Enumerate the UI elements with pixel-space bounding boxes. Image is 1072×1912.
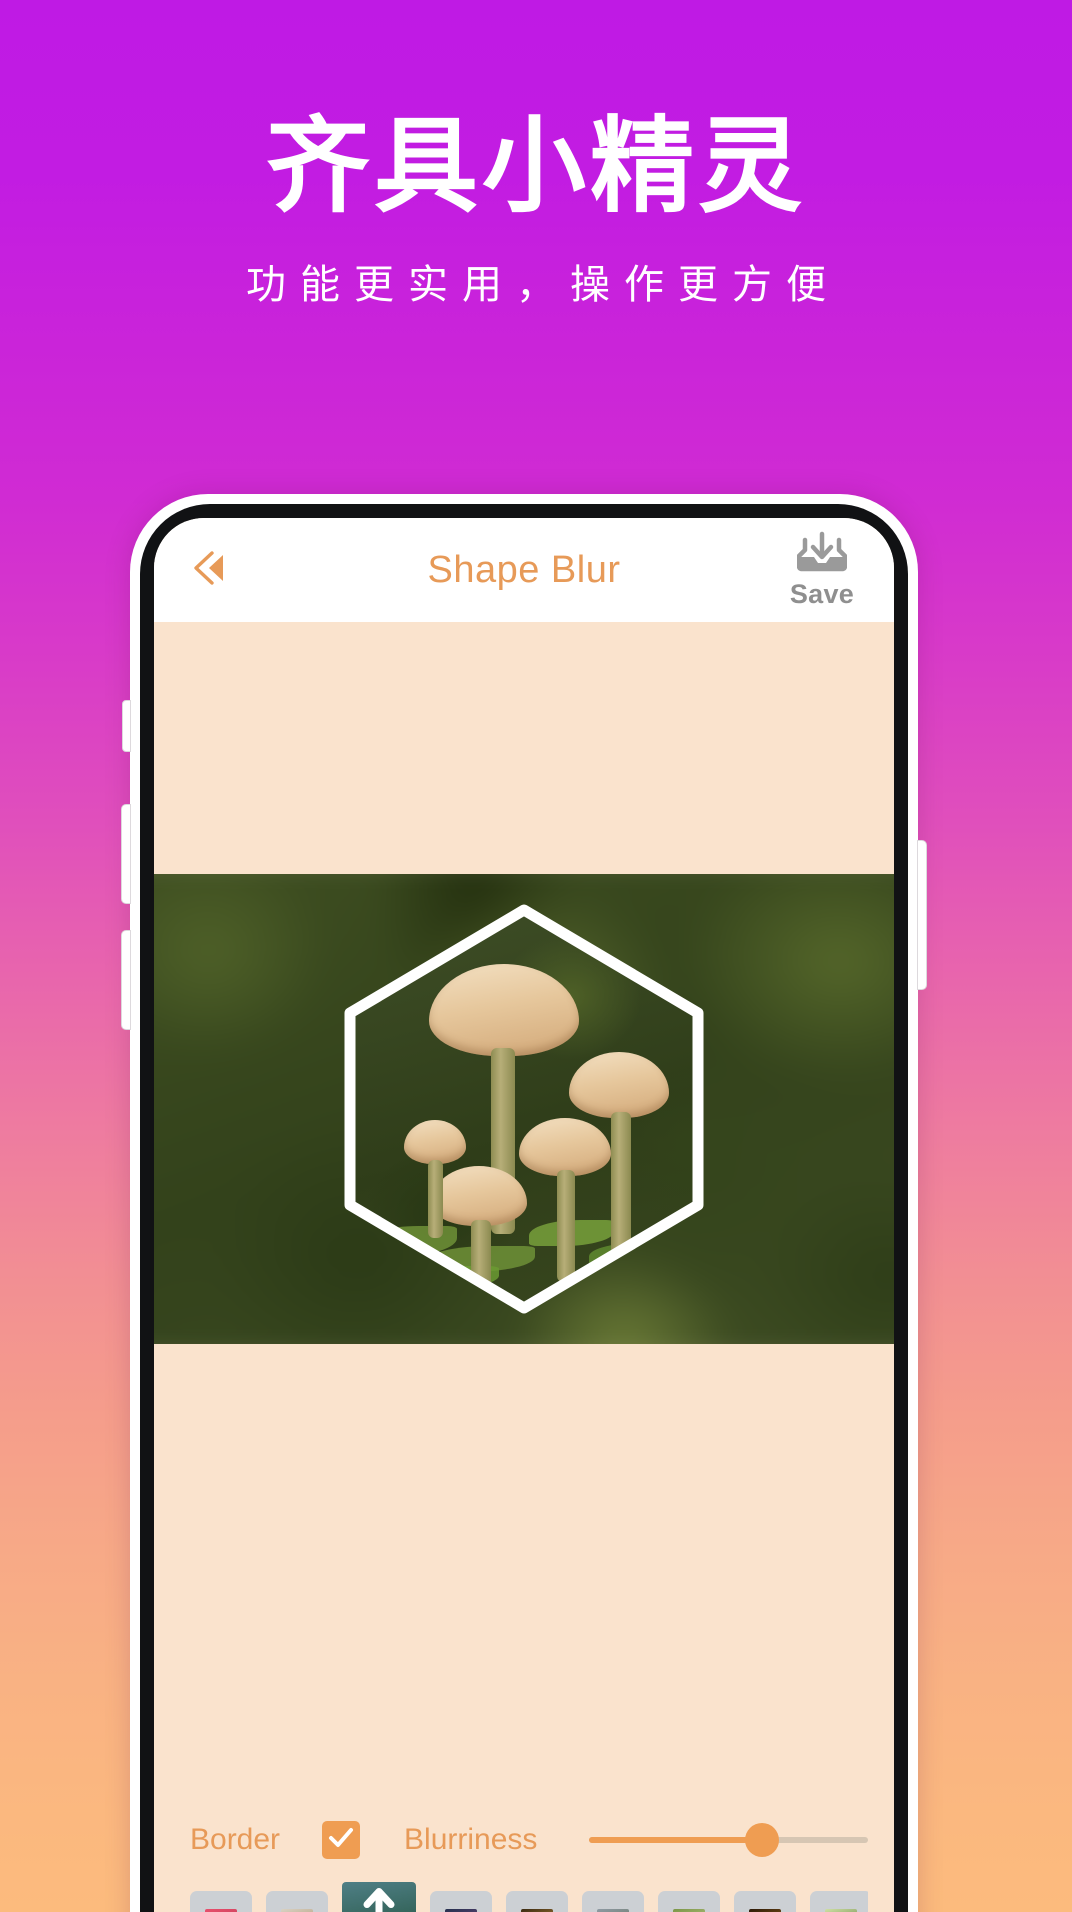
- thumbnail-shape-heart[interactable]: [190, 1891, 252, 1912]
- shape-thumbnail-strip[interactable]: [180, 1878, 868, 1912]
- mushroom-5: [404, 1120, 466, 1238]
- app-header: Shape Blur Save: [154, 518, 894, 622]
- phone-screen: Shape Blur Save Border Blurriness: [154, 518, 894, 1912]
- check-icon: [328, 1827, 354, 1854]
- hexagon-clip: [349, 909, 699, 1309]
- shape-mask-window[interactable]: [344, 904, 704, 1314]
- thumbnail-shape-square[interactable]: [658, 1891, 720, 1912]
- save-button-label: Save: [789, 579, 855, 609]
- power-button[interactable]: [917, 840, 927, 990]
- bottom-controls: Border Blurriness: [154, 1802, 894, 1912]
- thumbnail-shape-oval[interactable]: [810, 1891, 868, 1912]
- thumbnail-shape-circle[interactable]: [266, 1891, 328, 1912]
- hero-section: 齐具小精灵 功能更实用，操作更方便: [0, 108, 1072, 310]
- volume-down-button[interactable]: [121, 930, 131, 1030]
- photo-preview[interactable]: [154, 874, 894, 1344]
- up-down-arrow-icon: [359, 1887, 399, 1912]
- promo-page: 齐具小精灵 功能更实用，操作更方便 Shape Blur Save Border…: [0, 0, 1072, 1912]
- thumbnail-shape-heart-outline[interactable]: [582, 1891, 644, 1912]
- thumbnail-shape-star[interactable]: [430, 1891, 492, 1912]
- volume-up-button[interactable]: [121, 804, 131, 904]
- page-subtitle: 功能更实用，操作更方便: [246, 262, 840, 309]
- blurriness-slider[interactable]: [589, 1821, 868, 1859]
- slider-knob[interactable]: [745, 1823, 780, 1857]
- silent-switch[interactable]: [122, 700, 131, 752]
- thumbnail-shape-diamond[interactable]: [506, 1891, 568, 1912]
- sharp-photo-content: [349, 909, 699, 1309]
- border-label: Border: [190, 1823, 281, 1856]
- adjust-row: Border Blurriness: [180, 1802, 868, 1878]
- slider-fill: [589, 1837, 763, 1843]
- double-chevron-left-icon: [182, 543, 232, 598]
- blurriness-label: Blurriness: [404, 1823, 538, 1856]
- save-button[interactable]: Save: [776, 530, 868, 610]
- page-title: 齐具小精灵: [265, 105, 806, 227]
- download-tray-icon: [796, 530, 848, 577]
- editor-canvas[interactable]: [154, 622, 894, 1802]
- thumbnail-shape-hexagon[interactable]: [342, 1882, 416, 1912]
- border-checkbox[interactable]: [322, 1821, 361, 1859]
- app-title: Shape Blur: [427, 548, 621, 591]
- mushroom-3: [519, 1118, 611, 1282]
- back-button[interactable]: [176, 539, 238, 601]
- phone-mockup: Shape Blur Save Border Blurriness: [121, 494, 927, 1912]
- thumbnail-shape-heart-frame[interactable]: [734, 1891, 796, 1912]
